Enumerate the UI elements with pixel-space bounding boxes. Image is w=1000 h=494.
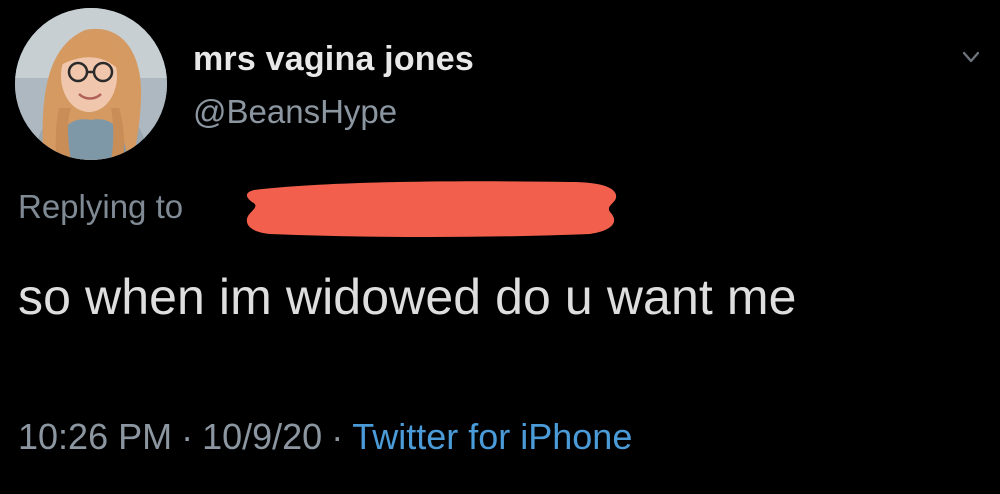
tweet-date[interactable]: 10/9/20 [202, 416, 322, 458]
user-handle[interactable]: @BeansHype [193, 93, 397, 131]
tweet-card: mrs vagina jones @BeansHype Replying to … [0, 0, 1000, 494]
tweet-text: so when im widowed do u want me [18, 269, 797, 325]
chevron-down-icon[interactable] [962, 50, 980, 64]
tweet-time[interactable]: 10:26 PM [18, 416, 172, 458]
redaction-mark [246, 181, 617, 237]
replying-to-label: Replying to [18, 188, 184, 225]
tweet-metadata: 10:26 PM · 10/9/20 · Twitter for iPhone [18, 416, 632, 458]
separator-dot: · [331, 416, 344, 457]
avatar-image [15, 8, 167, 160]
display-name[interactable]: mrs vagina jones [193, 40, 474, 79]
tweet-source-link[interactable]: Twitter for iPhone [352, 416, 632, 458]
separator-dot: · [181, 416, 194, 457]
replying-to-row: Replying to [18, 181, 718, 238]
avatar[interactable] [15, 8, 167, 160]
